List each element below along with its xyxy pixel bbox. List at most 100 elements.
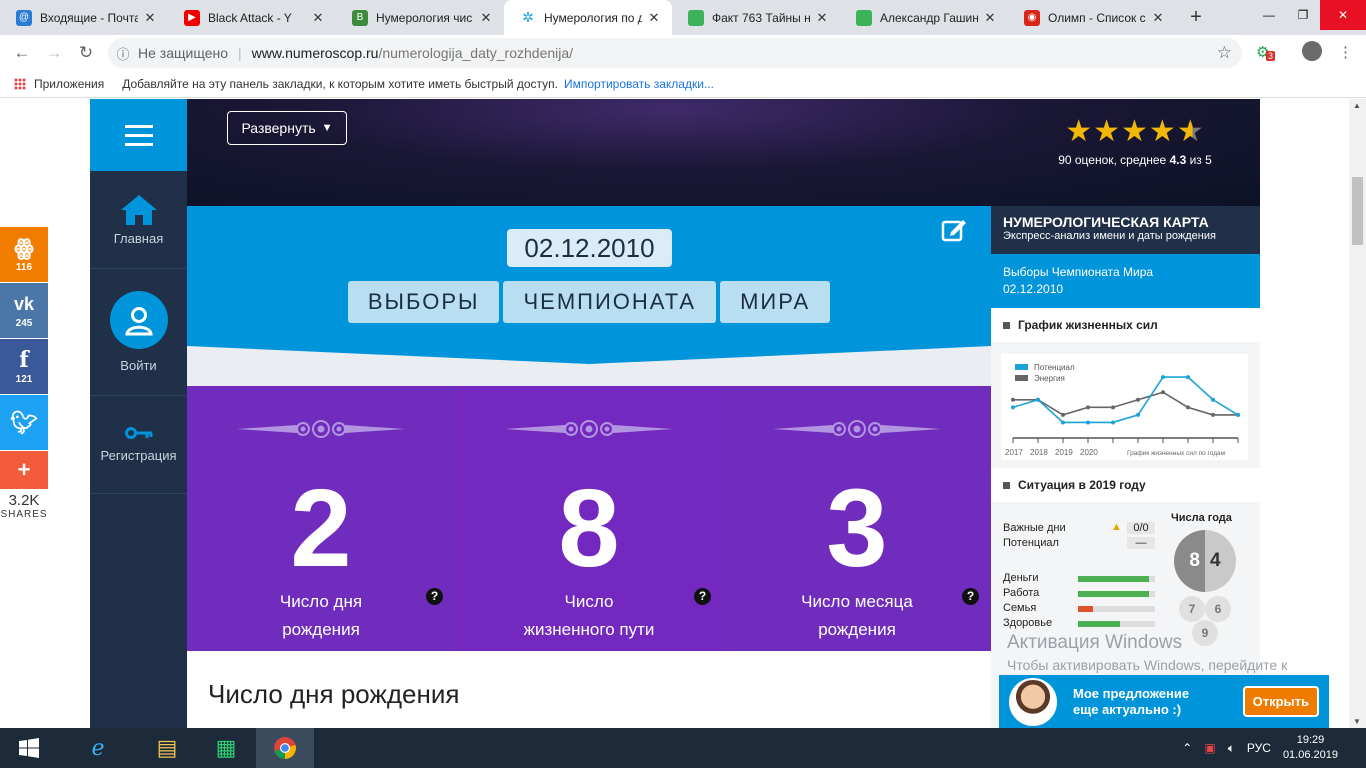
site-sidebar: Главная Войти Регистрация bbox=[90, 99, 187, 728]
chart-point bbox=[1011, 397, 1015, 402]
browser-tab[interactable]: ◉ Олимп - Список сп ✕ bbox=[1008, 0, 1176, 35]
situation-section-header[interactable]: Ситуация в 2019 году bbox=[991, 468, 1260, 502]
tab-close-icon[interactable]: ✕ bbox=[982, 10, 998, 26]
sidebar-item-register[interactable]: Регистрация bbox=[90, 396, 187, 494]
chart-x-tick-label: 2017 bbox=[1005, 448, 1023, 457]
tab-close-icon[interactable]: ✕ bbox=[814, 10, 830, 26]
profile-avatar[interactable] bbox=[1302, 41, 1322, 61]
sidebar-item-home[interactable]: Главная bbox=[90, 171, 187, 269]
info-icon[interactable]: ⓘ bbox=[108, 44, 138, 63]
section-title: Число дня рождения bbox=[208, 679, 460, 709]
tab-close-icon[interactable]: ✕ bbox=[142, 10, 158, 26]
small-number[interactable]: 6 bbox=[1205, 596, 1231, 622]
tab-title: Нумерология по д bbox=[544, 10, 642, 25]
help-icon[interactable]: ? bbox=[426, 588, 443, 605]
offer-line-1: Мое предложение bbox=[1073, 685, 1190, 701]
help-icon[interactable]: ? bbox=[694, 588, 711, 605]
close-window-icon[interactable]: ✕ bbox=[1320, 0, 1366, 30]
chart-point bbox=[1011, 405, 1015, 410]
network-icon[interactable]: ▣ bbox=[1204, 741, 1215, 755]
key-icon bbox=[124, 427, 152, 439]
import-bookmarks-link[interactable]: Импортировать закладки... bbox=[564, 77, 714, 91]
offer-banner[interactable]: Мое предложение еще актуально :) Открыть bbox=[999, 675, 1329, 728]
browser-tab[interactable]: B Нумерология чис ✕ bbox=[336, 0, 504, 35]
number-card[interactable]: 8 Число жизненного пути? bbox=[455, 386, 723, 651]
scrollbar-thumb[interactable] bbox=[1352, 177, 1363, 245]
small-number[interactable]: 9 bbox=[1192, 620, 1218, 646]
share-twitter[interactable]: 🐦︎ bbox=[0, 395, 48, 450]
language-indicator[interactable]: РУС bbox=[1247, 741, 1271, 755]
address-bar[interactable]: ⓘ Не защищено | www.numeroscop.ru/numero… bbox=[108, 38, 1242, 68]
back-icon[interactable]: ← bbox=[6, 37, 38, 69]
chart-x-tick-label: 2020 bbox=[1080, 448, 1098, 457]
scroll-down-icon[interactable]: ▼ bbox=[1353, 717, 1361, 726]
restore-icon[interactable]: ❐ bbox=[1286, 0, 1320, 30]
tab-close-icon[interactable]: ✕ bbox=[478, 10, 494, 26]
year-numbers-circle[interactable]: 8 4 bbox=[1174, 530, 1236, 592]
volume-icon[interactable]: 🔈︎ bbox=[1228, 741, 1235, 756]
clock[interactable]: 19:29 01.06.2019 bbox=[1283, 733, 1338, 763]
birth-date: 02.12.2010 bbox=[507, 229, 672, 267]
chart-section-title: График жизненных сил bbox=[1018, 318, 1158, 332]
hamburger-menu-icon[interactable] bbox=[90, 99, 187, 171]
share-facebook[interactable]: f 121 bbox=[0, 339, 48, 394]
scroll-up-icon[interactable]: ▲ bbox=[1353, 101, 1361, 110]
bookmark-star-icon[interactable]: ☆ bbox=[1217, 43, 1232, 63]
advisor-avatar bbox=[1009, 677, 1057, 726]
user-icon bbox=[109, 291, 168, 349]
rating-stars[interactable]: ★★★★★ bbox=[1054, 117, 1216, 147]
apps-label: Приложения bbox=[34, 77, 105, 91]
tab-title: Александр Гашин: bbox=[880, 10, 978, 25]
tray-chevron-icon[interactable]: ⌃ bbox=[1182, 741, 1192, 755]
browser-tab[interactable]: Александр Гашин: ✕ bbox=[840, 0, 1008, 35]
facebook-icon: f bbox=[19, 347, 29, 373]
windows-taskbar: e ▤ ▦ ⌃ ▣ 🔈︎ РУС 19:29 01.06.2019 bbox=[0, 728, 1366, 768]
chart-section-header[interactable]: График жизненных сил bbox=[991, 308, 1260, 342]
browser-tab[interactable]: @ Входящие - Почта ✕ bbox=[0, 0, 168, 35]
browser-tab[interactable]: ▶ Black Attack - Y ✕ bbox=[168, 0, 336, 35]
card-label-line-1: Число bbox=[564, 592, 614, 611]
bookmarks-hint: Добавляйте на эту панель закладки, к кот… bbox=[122, 77, 558, 91]
twitter-icon: 🐦︎ bbox=[10, 409, 38, 435]
help-icon[interactable]: ? bbox=[962, 588, 979, 605]
tab-close-icon[interactable]: ✕ bbox=[646, 10, 662, 26]
fb-count: 121 bbox=[15, 374, 33, 385]
minimize-icon[interactable]: — bbox=[1252, 0, 1286, 30]
reload-icon[interactable]: ↻ bbox=[70, 37, 102, 69]
share-vkontakte[interactable]: vk 245 bbox=[0, 283, 48, 338]
number-cards: 2 Число дня рождения? 8 Число жизненного пути… bbox=[187, 386, 991, 651]
small-number[interactable]: 7 bbox=[1179, 596, 1205, 622]
page-scrollbar[interactable]: ▲ ▼ bbox=[1349, 99, 1366, 728]
share-odnoklassniki[interactable]: ꙮ 116 bbox=[0, 227, 48, 282]
share-more[interactable]: + bbox=[0, 451, 48, 489]
browser-tab[interactable]: Факт 763 Тайны нум ✕ bbox=[672, 0, 840, 35]
chart-point bbox=[1061, 412, 1065, 417]
browser-tab[interactable]: ✲ Нумерология по д ✕ bbox=[504, 0, 672, 35]
forward-icon[interactable]: → bbox=[38, 37, 70, 69]
number-card[interactable]: 3 Число месяца рождения? bbox=[723, 386, 991, 651]
tab-close-icon[interactable]: ✕ bbox=[1150, 10, 1166, 26]
card-label-line-1: Число месяца bbox=[801, 592, 913, 611]
card-label-line-2: рождения bbox=[282, 620, 360, 639]
new-tab-button[interactable]: + bbox=[1176, 0, 1216, 35]
tab-favicon-icon bbox=[688, 9, 704, 26]
start-button[interactable] bbox=[0, 728, 58, 768]
life-force-chart[interactable]: 2017 2018 2019 2020 График жизненных сил по … bbox=[991, 342, 1260, 468]
internet-explorer-icon[interactable]: e bbox=[58, 728, 138, 768]
chart-point bbox=[1086, 405, 1090, 410]
chrome-taskbar-button[interactable] bbox=[256, 728, 314, 768]
menu-kebab-icon[interactable]: ⋮ bbox=[1338, 43, 1353, 61]
expand-button[interactable]: Развернуть ▼ bbox=[227, 111, 347, 145]
offer-open-button[interactable]: Открыть bbox=[1242, 686, 1319, 717]
edit-icon[interactable] bbox=[941, 216, 967, 242]
number-card[interactable]: 2 Число дня рождения? bbox=[187, 386, 455, 651]
sidebar-item-login[interactable]: Войти bbox=[90, 269, 187, 396]
chart-point bbox=[1211, 412, 1215, 417]
tab-close-icon[interactable]: ✕ bbox=[310, 10, 326, 26]
store-icon[interactable]: ▦ bbox=[196, 728, 256, 768]
chart-point bbox=[1161, 390, 1165, 395]
year-number-b: 4 bbox=[1210, 550, 1221, 571]
apps-shortcut[interactable]: Приложения bbox=[14, 77, 104, 91]
address-separator: | bbox=[238, 45, 242, 61]
file-explorer-icon[interactable]: ▤ bbox=[138, 728, 196, 768]
